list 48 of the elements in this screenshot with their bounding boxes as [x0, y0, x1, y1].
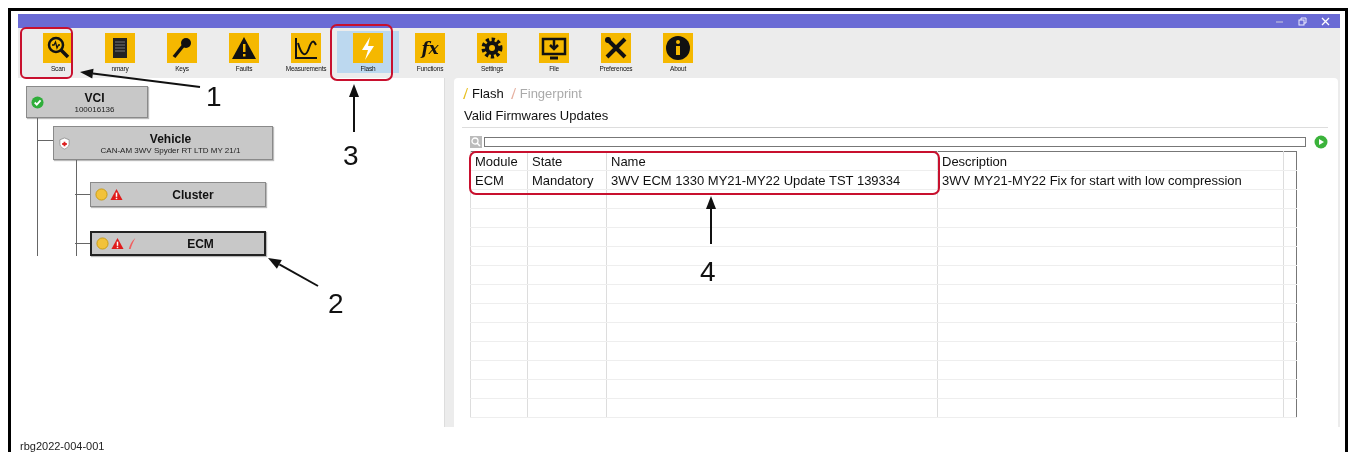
- preferences-icon: [601, 33, 631, 63]
- pencil-icon: [462, 87, 469, 99]
- shield-icon: [58, 136, 71, 150]
- node-subtitle: CAN-AM 3WV Spyder RT LTD MY 21/1: [100, 145, 241, 155]
- go-icon[interactable]: [1314, 135, 1328, 149]
- measurements-icon: [291, 33, 321, 63]
- column-header: Module: [470, 151, 528, 171]
- scan-icon: [43, 33, 73, 63]
- node-title: ECM: [187, 236, 214, 251]
- highlight-frame: [20, 27, 73, 79]
- tab[interactable]: Flash: [462, 85, 504, 101]
- tree-node[interactable]: VCI 100016136: [26, 86, 148, 118]
- callout-arrow: [349, 84, 359, 133]
- faults-icon: [229, 33, 259, 63]
- search-field[interactable]: [484, 137, 1306, 147]
- keys-icon: [167, 33, 197, 63]
- summary-icon: [105, 33, 135, 63]
- callout-number: 4: [700, 258, 716, 286]
- table-cell: Mandatory: [527, 170, 607, 190]
- callout-arrow: [706, 196, 716, 245]
- function-icon: fx: [415, 33, 445, 63]
- table-cell: ECM: [470, 170, 528, 190]
- node-subtitle: 100016136: [74, 104, 115, 114]
- figure-caption: rbg2022-004-001: [20, 440, 106, 452]
- close-icon[interactable]: [1321, 16, 1330, 26]
- tree-node[interactable]: ECM: [90, 231, 266, 256]
- callout-number: 3: [343, 142, 359, 170]
- callout-arrow: [268, 258, 319, 287]
- about-icon: [663, 33, 693, 63]
- search-icon[interactable]: [470, 136, 482, 148]
- file-icon: [539, 33, 569, 63]
- node-title: Cluster: [172, 187, 214, 202]
- group-title: Valid Firmwares Updates: [464, 108, 610, 123]
- node-title: VCI: [84, 90, 105, 105]
- callout-number: 2: [328, 290, 344, 318]
- table-cell: 3WV MY21-MY22 Fix for start with low compression: [937, 170, 1284, 190]
- column-header: Name: [606, 151, 938, 171]
- flash-icon: [353, 33, 383, 63]
- restore-icon[interactable]: [1298, 16, 1307, 26]
- callout-number: 1: [206, 83, 222, 111]
- column-header: Description: [937, 151, 1284, 171]
- highlight-frame: [330, 24, 393, 81]
- node-title: Vehicle: [149, 131, 192, 146]
- column-header: State: [527, 151, 607, 171]
- table-cell: 3WV ECM 1330 MY21-MY22 Update TST 139334: [606, 170, 938, 190]
- tree-node[interactable]: Cluster: [90, 182, 266, 207]
- settings-icon: [477, 33, 507, 63]
- tree-node[interactable]: Vehicle CAN-AM 3WV Spyder RT LTD MY 21/1: [53, 126, 273, 160]
